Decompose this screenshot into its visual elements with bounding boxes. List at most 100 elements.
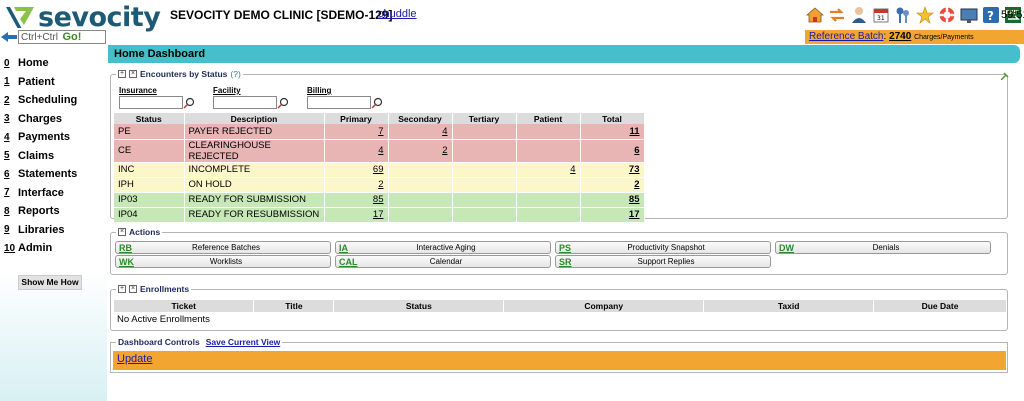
action-label: Denials	[872, 243, 900, 252]
cell-total: 73	[580, 162, 645, 178]
count-link[interactable]: 85	[373, 194, 384, 205]
count-link[interactable]: 2	[634, 179, 639, 190]
sidebar-item-scheduling[interactable]: 2 Scheduling	[4, 91, 77, 110]
enrollments-table: Ticket Title Status Company Taxid Due Date No…	[114, 300, 1007, 327]
expand-icon[interactable]: +	[118, 70, 126, 78]
search-icon[interactable]	[371, 97, 383, 109]
lifebuoy-icon[interactable]	[937, 4, 957, 26]
update-link[interactable]: Update	[117, 353, 152, 365]
action-label: Worklists	[209, 257, 243, 266]
column-header[interactable]: Patient	[516, 113, 581, 124]
count-link[interactable]: 85	[629, 194, 640, 205]
sidebar-item-label: Admin	[18, 242, 53, 255]
column-header[interactable]: Status	[333, 300, 505, 312]
cell-secondary: 4	[388, 124, 453, 140]
column-header[interactable]: Primary	[324, 113, 389, 124]
action-label: Interactive Aging	[416, 243, 476, 252]
reference-batch-link[interactable]: Reference Batch	[809, 31, 884, 42]
back-arrow-icon[interactable]	[0, 31, 18, 43]
sidebar-item-home[interactable]: 0 Home	[4, 54, 77, 73]
column-header[interactable]: Due Date	[873, 300, 1007, 312]
search-input[interactable]: Ctrl+Ctrl Go!	[18, 30, 106, 44]
encounters-title: Encounters by Status	[140, 69, 228, 79]
home-icon[interactable]	[805, 4, 825, 26]
insurance-filter-input[interactable]	[119, 96, 183, 109]
user-link[interactable]: chuddle	[378, 8, 417, 20]
keys-icon[interactable]	[893, 4, 913, 26]
action-button-ia[interactable]: IA Interactive Aging	[335, 241, 551, 254]
sidebar-item-admin[interactable]: 10 Admin	[4, 239, 77, 258]
count-link[interactable]: 69	[373, 164, 384, 175]
facility-filter-input[interactable]	[213, 96, 277, 109]
encounters-panel: + × Encounters by Status (?) Insurance F…	[110, 69, 1009, 223]
sidebar-item-charges[interactable]: 3 Charges	[4, 110, 77, 129]
actions-legend: × Actions	[116, 227, 163, 237]
count-link[interactable]: 7	[378, 126, 383, 137]
show-me-how-button[interactable]: Show Me How	[18, 275, 82, 290]
sidebar-item-number: 6	[4, 168, 10, 180]
action-button-ps[interactable]: PS Productivity Snapshot	[555, 241, 771, 254]
star-icon[interactable]	[915, 4, 935, 26]
close-icon[interactable]: ×	[129, 70, 137, 78]
action-button-rb[interactable]: RB Reference Batches	[115, 241, 331, 254]
sidebar-item-claims[interactable]: 5 Claims	[4, 147, 77, 166]
count-link[interactable]: 73	[629, 164, 640, 175]
sidebar-item-statements[interactable]: 6 Statements	[4, 165, 77, 184]
action-button-cal[interactable]: CAL Calendar	[335, 255, 551, 268]
column-header[interactable]: Secondary	[388, 113, 453, 124]
user-icon[interactable]	[849, 4, 869, 26]
count-link[interactable]: 2	[442, 145, 447, 156]
sidebar-item-label: Libraries	[18, 223, 65, 236]
count-link[interactable]: 4	[378, 145, 383, 156]
sidebar-item-libraries[interactable]: 9 Libraries	[4, 221, 77, 240]
action-button-wk[interactable]: WK Worklists	[115, 255, 331, 268]
cell-patient	[516, 139, 581, 163]
count-link[interactable]: 11	[629, 126, 639, 137]
pin-icon[interactable]	[1001, 72, 1009, 80]
cell-secondary	[388, 207, 453, 223]
cell-tertiary	[452, 139, 517, 163]
reference-batch-value[interactable]: 2740	[889, 31, 911, 42]
action-code: WK	[119, 256, 134, 267]
save-current-view-link[interactable]: Save Current View	[206, 337, 281, 347]
calendar-icon[interactable]: 31	[871, 4, 891, 26]
count-link[interactable]: 4	[570, 164, 575, 175]
action-button-dw[interactable]: DW Denials	[775, 241, 991, 254]
action-code: PS	[559, 242, 572, 253]
column-header[interactable]: Taxid	[703, 300, 875, 312]
action-button-sr[interactable]: SR Support Replies	[555, 255, 771, 268]
close-icon[interactable]: ×	[129, 285, 137, 293]
sidebar-item-interface[interactable]: 7 Interface	[4, 184, 77, 203]
column-header[interactable]: Total	[580, 113, 645, 124]
column-header[interactable]: Company	[503, 300, 705, 312]
column-header[interactable]: Status	[114, 113, 185, 124]
search-icon[interactable]	[183, 97, 195, 109]
count-link[interactable]: 6	[634, 145, 639, 156]
count-link[interactable]: 17	[629, 209, 640, 220]
expand-icon[interactable]: +	[118, 285, 126, 293]
close-icon[interactable]: ×	[118, 228, 126, 236]
column-header[interactable]: Tertiary	[452, 113, 517, 124]
sidebar-item-label: Scheduling	[18, 94, 78, 107]
search-icon[interactable]	[277, 97, 289, 109]
count-link[interactable]: 4	[442, 126, 447, 137]
column-header[interactable]: Ticket	[114, 300, 255, 312]
cell-patient: 4	[516, 162, 581, 178]
sidebar-item-reports[interactable]: 8 Reports	[4, 202, 77, 221]
go-button[interactable]: Go!	[63, 31, 106, 43]
sidebar-item-payments[interactable]: 4 Payments	[4, 128, 77, 147]
monitor-icon[interactable]	[959, 4, 979, 26]
sync-icon[interactable]	[827, 4, 847, 26]
help-icon[interactable]: ?	[981, 4, 1001, 26]
column-header[interactable]: Title	[253, 300, 335, 312]
encounters-help-link[interactable]: (?)	[230, 69, 240, 79]
facility-filter-label: Facility	[213, 86, 241, 95]
billing-filter-input[interactable]	[307, 96, 371, 109]
count-link[interactable]: 2	[378, 179, 383, 190]
column-header[interactable]: Description	[184, 113, 325, 124]
cell-tertiary	[452, 192, 517, 208]
count-link[interactable]: 17	[373, 209, 384, 220]
sidebar-item-patient[interactable]: 1 Patient	[4, 73, 77, 92]
billing-filter: Billing	[307, 86, 383, 109]
sidebar-item-label: Home	[18, 57, 49, 70]
